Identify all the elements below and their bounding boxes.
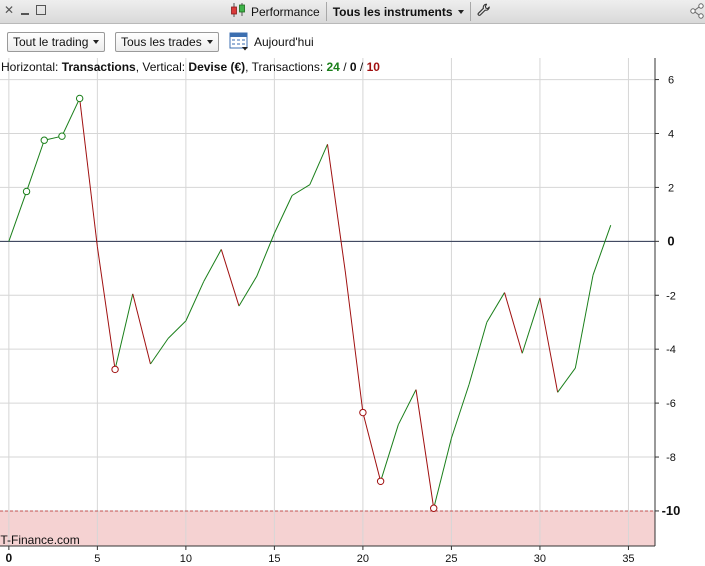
y-tick-label: 0 xyxy=(667,233,674,248)
data-point-marker xyxy=(430,504,438,512)
minimize-icon[interactable] xyxy=(19,4,31,17)
separator-1: / xyxy=(340,60,350,74)
x-tick-label: 20 xyxy=(357,553,369,565)
share-icon[interactable] xyxy=(690,3,705,22)
y-tick-label: -4 xyxy=(666,344,676,356)
trading-dropdown[interactable]: Tout le trading xyxy=(7,32,106,52)
title-divider-2 xyxy=(469,2,471,21)
chevron-down-icon xyxy=(206,40,213,44)
y-tick-label: -10 xyxy=(662,503,681,518)
chart-background xyxy=(0,58,705,566)
instruments-label: Tous les instruments xyxy=(332,4,453,19)
date-label: Aujourd'hui xyxy=(254,35,314,49)
x-tick-label: 25 xyxy=(445,553,457,565)
horizontal-prefix: Horizontal: xyxy=(1,60,62,74)
data-point-marker xyxy=(58,132,66,140)
x-tick-label: 5 xyxy=(94,553,100,565)
separator-2: / xyxy=(357,60,367,74)
chevron-down-icon xyxy=(93,40,100,44)
performance-chart: 6420-2-4-6-8-100 5 10 15 20 25 30 35 Horizontal… xyxy=(0,58,705,566)
trades-dropdown-label: Tous les trades xyxy=(121,35,202,49)
y-tick-label: -8 xyxy=(666,452,676,464)
panel-title: Performance xyxy=(251,4,320,19)
data-point-marker xyxy=(111,365,119,374)
calendar-icon xyxy=(229,31,249,54)
data-point-marker xyxy=(22,187,31,196)
vertical-value: Devise (€) xyxy=(188,60,245,74)
x-tick-label: 35 xyxy=(622,553,634,565)
date-selector[interactable]: Aujourd'hui xyxy=(229,32,314,52)
wins-count: 24 xyxy=(327,60,341,74)
losses-count: 10 xyxy=(367,60,381,74)
vertical-prefix: , Vertical: xyxy=(136,60,189,74)
x-tick-label: 0 xyxy=(6,551,13,565)
y-tick-label: 2 xyxy=(668,182,674,194)
data-point-marker xyxy=(75,94,84,103)
title-bar: ✕ Performance Tous les instruments xyxy=(0,0,705,24)
limit-zone xyxy=(0,510,655,546)
chevron-down-icon xyxy=(457,9,464,14)
x-tick-label: 30 xyxy=(534,553,546,565)
trades-dropdown[interactable]: Tous les trades xyxy=(115,32,219,52)
y-tick-label: -2 xyxy=(666,290,676,302)
x-tick-label: 10 xyxy=(180,553,192,565)
transactions-prefix: , Transactions: xyxy=(245,60,326,74)
panel-title-area: Performance Tous les instruments xyxy=(230,2,491,21)
x-tick-label: 15 xyxy=(268,553,280,565)
trading-dropdown-label: Tout le trading xyxy=(13,35,89,49)
candlestick-chart-icon xyxy=(230,2,247,21)
y-tick-label: -6 xyxy=(666,398,676,410)
y-tick-label: 4 xyxy=(668,128,674,140)
maximize-icon[interactable] xyxy=(35,4,47,17)
data-point-marker xyxy=(40,136,48,144)
data-point-marker xyxy=(359,408,367,417)
instruments-dropdown[interactable]: Tous les instruments xyxy=(327,5,470,19)
close-icon[interactable]: ✕ xyxy=(3,4,15,17)
y-tick-label: 6 xyxy=(668,75,674,87)
watermark: IT-Finance.com xyxy=(0,533,80,547)
toolbar: Tout le trading Tous les trades Aujourd'… xyxy=(0,24,705,58)
chart-header: Horizontal: Transactions, Vertical: Devi… xyxy=(1,60,380,74)
horizontal-value: Transactions xyxy=(62,60,136,74)
wrench-icon[interactable] xyxy=(477,3,491,20)
data-point-marker xyxy=(376,477,385,485)
